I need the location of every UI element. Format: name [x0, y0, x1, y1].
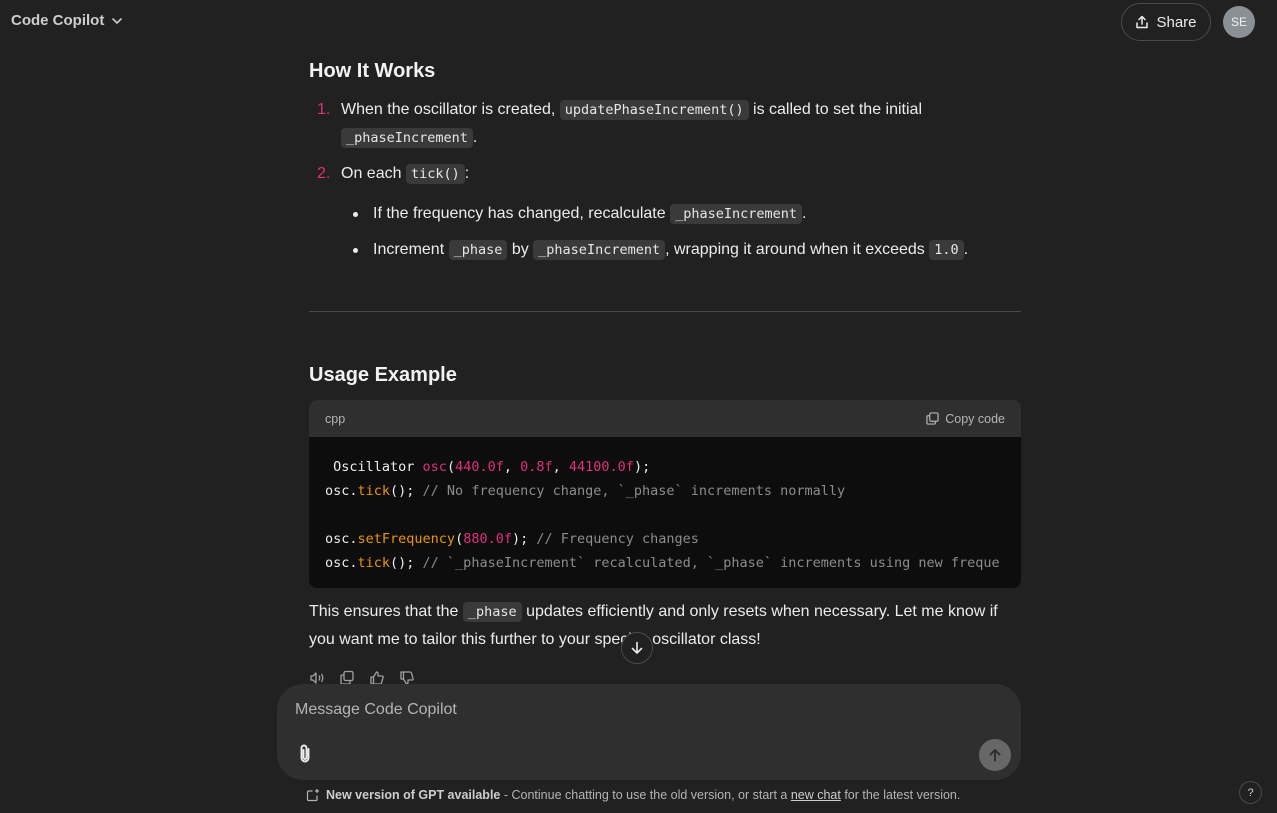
send-button[interactable] — [979, 739, 1011, 771]
code-block-header: cpp Copy code — [309, 400, 1021, 437]
code-line: Oscillator osc(440.0f, 0.8f, 44100.0f); — [325, 459, 651, 475]
code-block: cpp Copy code Oscillator osc(440.0f, 0.8… — [309, 400, 1021, 588]
top-bar: Code Copilot Share SE — [0, 0, 1277, 44]
list-item-text: On each tick(): — [341, 164, 470, 184]
message-composer — [277, 684, 1021, 780]
share-label: Share — [1156, 13, 1197, 31]
bullet-dot — [353, 248, 358, 253]
inline-code: _phaseIncrement — [341, 128, 473, 148]
section-heading-how-it-works: How It Works — [309, 60, 436, 82]
chevron-down-icon — [112, 17, 123, 24]
avatar[interactable]: SE — [1223, 6, 1255, 38]
message-input[interactable] — [295, 698, 975, 722]
version-notice-title: New version of GPT available — [326, 788, 501, 802]
inline-code: _phaseIncrement — [533, 240, 666, 260]
code-language: cpp — [325, 411, 346, 426]
model-selector[interactable]: Code Copilot — [11, 12, 124, 29]
inline-code: tick() — [405, 164, 465, 184]
inline-code: 1.0 — [929, 240, 964, 260]
closing-paragraph: This ensures that the _phase updates eff… — [309, 602, 998, 648]
version-notice: New version of GPT available - Continue … — [306, 788, 960, 802]
copy-icon — [926, 412, 939, 425]
share-icon — [1136, 15, 1149, 29]
paperclip-icon[interactable] — [293, 742, 317, 766]
code-line: osc.setFrequency(880.0f); // Frequency c… — [325, 531, 699, 547]
new-chat-link[interactable]: new chat — [791, 788, 841, 802]
copy-code-button[interactable]: Copy code — [926, 412, 1005, 426]
code-line: osc.tick(); // `_phaseIncrement` recalcu… — [325, 555, 1000, 571]
list-item-text: When the oscillator is created, updatePh… — [341, 100, 922, 148]
section-heading-usage-example: Usage Example — [309, 364, 457, 386]
list-number: 2. — [317, 165, 331, 182]
arrow-down-icon — [631, 641, 643, 654]
share-button[interactable]: Share — [1121, 3, 1211, 41]
help-button[interactable]: ? — [1239, 781, 1262, 804]
list-number: 1. — [317, 101, 331, 118]
inline-code: _phaseIncrement — [670, 204, 802, 224]
scroll-to-bottom-button[interactable] — [621, 632, 653, 664]
bullet-dot — [353, 212, 358, 217]
inline-code: _phase — [448, 240, 508, 260]
bullet-text: If the frequency has changed, recalculat… — [373, 204, 807, 224]
code-content: Oscillator osc(440.0f, 0.8f, 44100.0f); o… — [309, 437, 1021, 588]
model-name: Code Copilot — [11, 12, 105, 29]
bullet-text: Increment _phase by _phaseIncrement, wra… — [373, 240, 969, 260]
inline-code: updatePhaseIncrement() — [559, 100, 749, 120]
inline-code: _phase — [462, 602, 522, 622]
new-chat-icon — [306, 789, 319, 802]
copy-code-label: Copy code — [945, 411, 1005, 426]
divider — [309, 311, 1021, 312]
code-line: osc.tick(); // No frequency change, `_ph… — [325, 483, 846, 499]
arrow-up-icon — [989, 749, 1001, 762]
